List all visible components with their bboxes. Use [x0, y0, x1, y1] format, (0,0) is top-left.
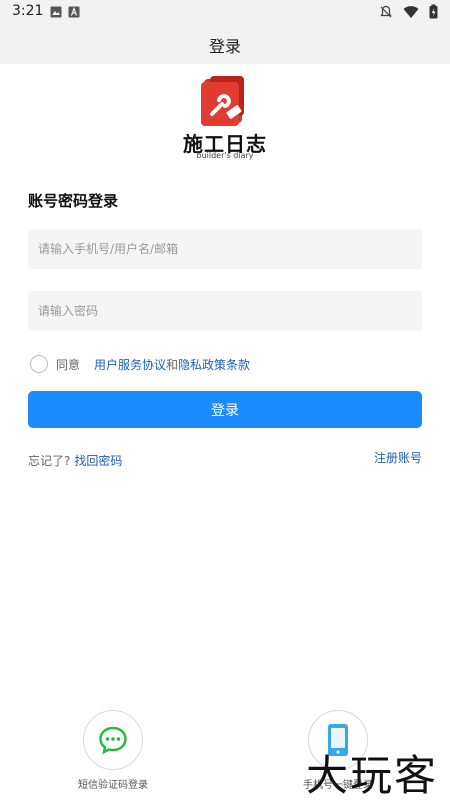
logo-subtitle: builder's diary	[196, 151, 254, 160]
wifi-icon	[403, 5, 419, 18]
agreement-row: 同意 用户服务协议 和 隐私政策条款	[30, 354, 250, 374]
agreement-link[interactable]: 用户服务协议	[94, 356, 166, 373]
status-time: 3:21	[12, 3, 44, 19]
privacy-link[interactable]: 隐私政策条款	[178, 356, 250, 373]
login-button[interactable]: 登录	[28, 391, 422, 428]
bell-off-icon	[380, 5, 392, 17]
text-a-icon	[68, 6, 80, 18]
register-link[interactable]: 注册账号	[374, 449, 422, 466]
app-logo: 施工日志 builder's diary	[175, 76, 275, 168]
title-bar: 登录	[0, 24, 450, 64]
page-title: 登录	[208, 37, 241, 56]
password-input[interactable]	[28, 291, 422, 331]
chat-bubble-icon	[99, 726, 127, 755]
username-input[interactable]	[28, 229, 422, 269]
image-icon	[50, 6, 62, 18]
forgot-password-link[interactable]: 找回密码	[74, 454, 122, 468]
agree-checkbox[interactable]	[30, 355, 48, 373]
agree-separator: 和	[166, 357, 179, 372]
status-bar: 3:21	[0, 0, 450, 24]
sms-login-button[interactable]	[83, 710, 143, 770]
forgot-prefix: 忘记了?	[28, 454, 71, 468]
battery-icon	[429, 4, 438, 19]
watermark-logo: 大玩客	[306, 751, 439, 800]
agree-label: 同意	[56, 357, 81, 372]
forgot-row: 忘记了? 找回密码	[28, 452, 122, 469]
wrench-book-icon	[201, 76, 244, 126]
section-title: 账号密码登录	[28, 192, 119, 210]
sms-login-label: 短信验证码登录	[78, 780, 148, 791]
